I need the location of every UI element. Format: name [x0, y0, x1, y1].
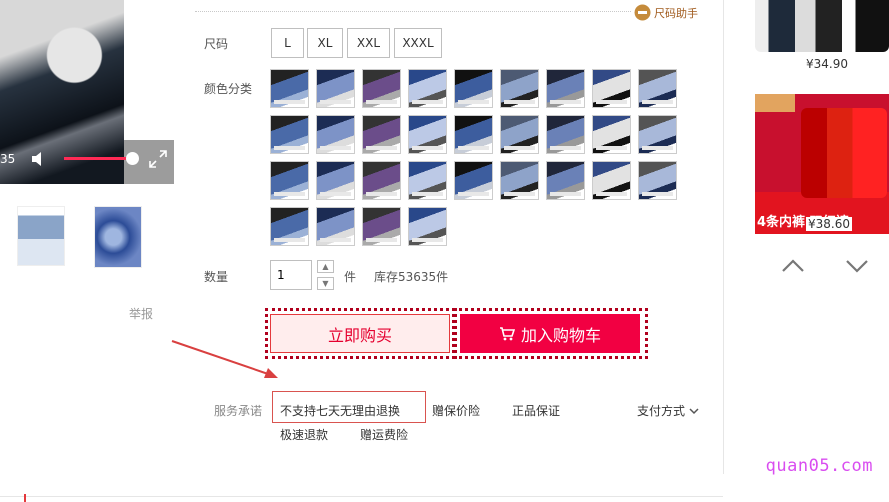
color-swatch[interactable] — [362, 161, 401, 200]
color-swatch[interactable] — [546, 161, 585, 200]
color-swatch[interactable] — [638, 161, 677, 200]
color-swatch[interactable] — [592, 69, 631, 108]
quantity-input[interactable] — [270, 260, 312, 290]
product-thumbnail[interactable] — [94, 206, 142, 268]
color-swatch[interactable] — [270, 161, 309, 200]
color-swatch[interactable] — [454, 69, 493, 108]
quantity-increase-button[interactable]: ▲ — [317, 260, 334, 273]
color-swatch[interactable] — [592, 115, 631, 154]
color-swatch[interactable] — [638, 115, 677, 154]
color-swatch[interactable] — [270, 207, 309, 246]
stock-count: 库存53635件 — [374, 270, 449, 284]
color-swatch[interactable] — [270, 115, 309, 154]
color-swatch[interactable] — [362, 207, 401, 246]
color-label: 颜色分类 — [204, 82, 253, 96]
color-swatch[interactable] — [638, 69, 677, 108]
add-to-cart-label: 加入购物车 — [520, 325, 601, 345]
color-swatch[interactable] — [546, 115, 585, 154]
service-item[interactable]: 正品保证 — [512, 402, 560, 419]
column-divider — [723, 0, 724, 474]
color-swatch[interactable] — [408, 69, 447, 108]
recommended-product-image[interactable]: 4条内裤 双红裤 — [755, 94, 889, 234]
color-swatch[interactable] — [592, 161, 631, 200]
color-swatch[interactable] — [316, 115, 355, 154]
size-label: 尺码 — [204, 37, 229, 51]
buy-now-button[interactable]: 立即购买 — [270, 314, 450, 353]
video-progress-bar[interactable] — [64, 157, 134, 160]
video-time: 35 — [0, 152, 16, 166]
color-swatch[interactable] — [408, 161, 447, 200]
color-swatch[interactable] — [500, 69, 539, 108]
color-swatch[interactable] — [454, 161, 493, 200]
color-swatch[interactable] — [316, 69, 355, 108]
color-swatch[interactable] — [362, 115, 401, 154]
buy-now-label: 立即购买 — [327, 325, 392, 345]
color-swatch[interactable] — [408, 115, 447, 154]
recommended-price: ¥38.60 — [806, 217, 852, 231]
top-divider — [195, 11, 631, 12]
chevron-down-icon — [689, 407, 699, 414]
size-option-l[interactable]: L — [271, 28, 304, 58]
chevron-down-icon[interactable] — [845, 258, 869, 274]
volume-icon[interactable] — [30, 150, 50, 168]
color-swatch[interactable] — [270, 69, 309, 108]
add-to-cart-button[interactable]: 加入购物车 — [460, 314, 640, 353]
quantity-decrease-button[interactable]: ▼ — [317, 277, 334, 290]
size-option-xxl[interactable]: XXL — [347, 28, 390, 58]
payment-methods[interactable]: 支付方式 — [637, 402, 699, 419]
quantity-unit: 件 — [344, 270, 357, 284]
size-option-xxxl[interactable]: XXXL — [394, 28, 442, 58]
fullscreen-icon[interactable] — [148, 149, 168, 169]
service-item[interactable]: 赠运费险 — [360, 426, 408, 443]
color-swatch[interactable] — [316, 161, 355, 200]
color-swatch[interactable] — [362, 69, 401, 108]
cart-icon — [499, 326, 515, 340]
color-swatch[interactable] — [546, 69, 585, 108]
service-item[interactable]: 不支持七天无理由退换 — [280, 402, 400, 419]
size-helper[interactable]: 尺码助手 — [634, 4, 698, 21]
color-swatch[interactable] — [316, 207, 355, 246]
report-link[interactable]: 举报 — [129, 305, 153, 322]
product-thumbnail[interactable] — [17, 206, 65, 266]
recommended-product-image[interactable] — [755, 0, 889, 52]
watermark: quan05.com — [765, 456, 873, 476]
tab-marker — [24, 494, 26, 502]
quantity-label: 数量 — [204, 270, 229, 284]
recommended-price: ¥34.90 — [806, 57, 848, 71]
color-swatch[interactable] — [408, 207, 447, 246]
payment-label: 支付方式 — [637, 404, 686, 418]
bottom-divider — [0, 496, 723, 497]
chevron-up-icon[interactable] — [781, 258, 805, 274]
service-item[interactable]: 赠保价险 — [432, 402, 480, 419]
video-progress-knob[interactable] — [126, 152, 139, 165]
color-swatch[interactable] — [500, 115, 539, 154]
size-option-xl[interactable]: XL — [307, 28, 343, 58]
product-video[interactable]: 35 — [0, 0, 174, 184]
color-swatch[interactable] — [500, 161, 539, 200]
color-swatch[interactable] — [454, 115, 493, 154]
service-item[interactable]: 极速退款 — [280, 426, 328, 443]
size-helper-label: 尺码助手 — [654, 6, 698, 20]
size-helper-icon — [634, 4, 651, 21]
service-label: 服务承诺 — [214, 404, 263, 418]
